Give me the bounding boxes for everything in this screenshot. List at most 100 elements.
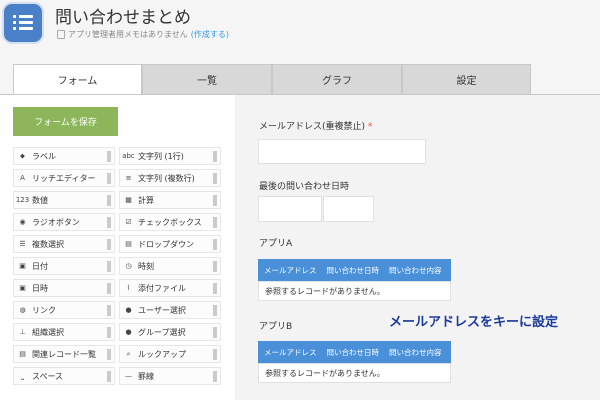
drag-handle-icon[interactable] bbox=[213, 305, 217, 316]
last-inquiry-time-field[interactable] bbox=[323, 196, 374, 222]
palette-item-label: 文字列 (1行) bbox=[138, 151, 184, 161]
palette-item-label: 複数選択 bbox=[32, 239, 64, 249]
text-single-line-icon: abc bbox=[122, 152, 135, 160]
drag-handle-icon[interactable] bbox=[107, 261, 111, 272]
drag-handle-icon[interactable] bbox=[213, 371, 217, 382]
calendar-icon: ▣ bbox=[19, 262, 26, 270]
datetime-icon: ▣ bbox=[19, 284, 26, 292]
email-field-label: メールアドレス(重複禁止) * bbox=[259, 119, 372, 132]
last-inquiry-date-field[interactable] bbox=[258, 196, 322, 222]
user-icon: ● bbox=[125, 306, 132, 314]
drag-handle-icon[interactable] bbox=[213, 173, 217, 184]
memo-icon bbox=[57, 30, 65, 39]
app-icon bbox=[4, 4, 42, 42]
drag-handle-icon[interactable] bbox=[213, 195, 217, 206]
drag-handle-icon[interactable] bbox=[213, 217, 217, 228]
checkbox-icon: ☑ bbox=[125, 218, 132, 226]
tab-settings[interactable]: 設定 bbox=[402, 64, 531, 94]
page-title: 問い合わせまとめ bbox=[55, 8, 191, 28]
palette-item-label: 数値 bbox=[32, 195, 48, 205]
palette-item-label: 計算 bbox=[138, 195, 154, 205]
drag-handle-icon[interactable] bbox=[213, 239, 217, 250]
palette-item[interactable]: ◷ 時刻 bbox=[119, 257, 221, 275]
organization-icon: ⊥ bbox=[19, 328, 26, 336]
paperclip-icon: ⌇ bbox=[126, 284, 131, 292]
drag-handle-icon[interactable] bbox=[107, 195, 111, 206]
palette-item[interactable]: ☑ チェックボックス bbox=[119, 213, 221, 231]
app-b-empty-row: 参照するレコードがありません。 bbox=[258, 363, 451, 383]
palette-item-label: ルックアップ bbox=[138, 349, 186, 359]
palette-item[interactable]: ⬥ ラベル bbox=[13, 147, 115, 165]
annotation-text: メールアドレスをキーに設定 bbox=[389, 315, 559, 330]
clock-icon: ◷ bbox=[125, 262, 132, 270]
palette-item[interactable]: ⎵ スペース bbox=[13, 367, 115, 385]
palette-item-label: ユーザー選択 bbox=[138, 305, 186, 315]
drag-handle-icon[interactable] bbox=[213, 151, 217, 162]
app-b-table-header: メールアドレス 問い合わせ日時 問い合わせ内容 bbox=[258, 341, 451, 363]
group-icon: ● bbox=[125, 328, 132, 336]
radio-button-icon: ◉ bbox=[19, 218, 26, 226]
drag-handle-icon[interactable] bbox=[213, 261, 217, 272]
tab-graph[interactable]: グラフ bbox=[272, 64, 402, 94]
email-label-text: メールアドレス(重複禁止) bbox=[259, 122, 366, 132]
palette-item-label: グループ選択 bbox=[138, 327, 186, 337]
column-header: 問い合わせ日時 bbox=[326, 265, 380, 275]
rich-editor-icon: A bbox=[20, 174, 25, 182]
palette-item[interactable]: ▦ 計算 bbox=[119, 191, 221, 209]
lookup-icon: ⌕ bbox=[126, 349, 131, 358]
column-header: 問い合わせ内容 bbox=[389, 265, 442, 275]
drag-handle-icon[interactable] bbox=[107, 151, 111, 162]
drag-handle-icon[interactable] bbox=[107, 173, 111, 184]
tab-list[interactable]: 一覧 bbox=[142, 64, 272, 94]
palette-item[interactable]: ▣ 日付 bbox=[13, 257, 115, 275]
admin-memo: アプリ管理者用メモはありません (作成する) bbox=[57, 29, 229, 40]
multi-select-icon: ☰ bbox=[19, 240, 26, 248]
palette-item-label: 組織選択 bbox=[32, 327, 64, 337]
drag-handle-icon[interactable] bbox=[107, 327, 111, 338]
palette-item[interactable]: ⊥ 組織選択 bbox=[13, 323, 115, 341]
last-inquiry-label: 最後の問い合わせ日時 bbox=[259, 182, 350, 192]
drag-handle-icon[interactable] bbox=[107, 349, 111, 360]
tab-form[interactable]: フォーム bbox=[13, 64, 142, 94]
palette-item-label: 日付 bbox=[32, 261, 48, 271]
palette-item[interactable]: ⌕ ルックアップ bbox=[119, 345, 221, 363]
app-a-title: アプリA bbox=[259, 239, 293, 249]
drag-handle-icon[interactable] bbox=[213, 327, 217, 338]
palette-item[interactable]: 123 数値 bbox=[13, 191, 115, 209]
palette-item[interactable]: ◉ ラジオボタン bbox=[13, 213, 115, 231]
palette-item[interactable]: — 罫線 bbox=[119, 367, 221, 385]
palette-item-label: リンク bbox=[32, 305, 56, 315]
palette-item[interactable]: ● グループ選択 bbox=[119, 323, 221, 341]
palette-item[interactable]: ● ユーザー選択 bbox=[119, 301, 221, 319]
create-memo-link[interactable]: (作成する) bbox=[191, 29, 229, 40]
palette-item[interactable]: ☰ 複数選択 bbox=[13, 235, 115, 253]
palette-item[interactable]: ▣ 日時 bbox=[13, 279, 115, 297]
palette-item-label: 文字列 (複数行) bbox=[138, 173, 195, 183]
palette-item[interactable]: ⌇ 添付ファイル bbox=[119, 279, 221, 297]
palette-item[interactable]: ≡ 文字列 (複数行) bbox=[119, 169, 221, 187]
drag-handle-icon[interactable] bbox=[107, 283, 111, 294]
drag-handle-icon[interactable] bbox=[107, 371, 111, 382]
palette-item[interactable]: ▤ 関連レコード一覧 bbox=[13, 345, 115, 363]
tab-bar: フォーム 一覧 グラフ 設定 bbox=[13, 64, 531, 94]
palette-item[interactable]: ▤ ドロップダウン bbox=[119, 235, 221, 253]
palette-item-label: ラベル bbox=[32, 151, 56, 161]
form-editor: フォームを保存 ⬥ ラベル abc 文字列 (1行) A リッチエディター ≡ 文字列 (複数… bbox=[0, 94, 600, 400]
globe-icon: ◍ bbox=[19, 306, 26, 314]
palette-item-label: ドロップダウン bbox=[138, 239, 194, 249]
drag-handle-icon[interactable] bbox=[107, 305, 111, 316]
palette-item-label: 罫線 bbox=[138, 371, 154, 381]
app-a-empty-row: 参照するレコードがありません。 bbox=[258, 281, 451, 301]
drag-handle-icon[interactable] bbox=[107, 217, 111, 228]
palette-item[interactable]: ◍ リンク bbox=[13, 301, 115, 319]
save-form-button[interactable]: フォームを保存 bbox=[13, 107, 118, 136]
related-records-icon: ▤ bbox=[19, 350, 26, 358]
palette-item[interactable]: abc 文字列 (1行) bbox=[119, 147, 221, 165]
drag-handle-icon[interactable] bbox=[213, 283, 217, 294]
email-field[interactable] bbox=[258, 139, 426, 164]
drag-handle-icon[interactable] bbox=[213, 349, 217, 360]
app-b-title: アプリB bbox=[259, 322, 293, 332]
drag-handle-icon[interactable] bbox=[107, 239, 111, 250]
palette-item-label: 日時 bbox=[32, 283, 48, 293]
palette-item[interactable]: A リッチエディター bbox=[13, 169, 115, 187]
